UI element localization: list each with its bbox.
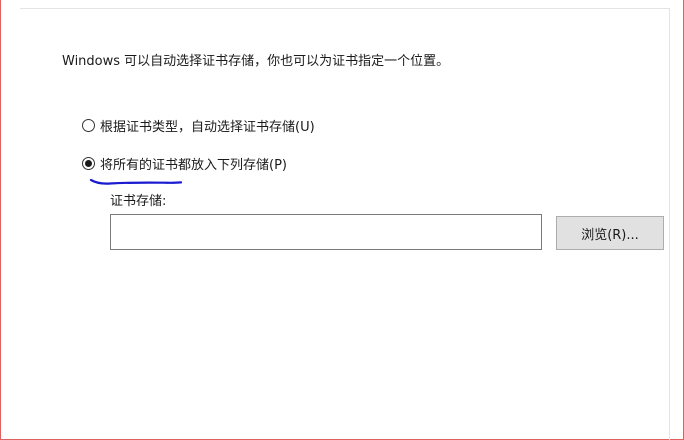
radio-place-all-in-store[interactable]: 将所有的证书都放入下列存储(P): [82, 153, 287, 173]
radio-dot-icon: [85, 159, 92, 167]
certificate-store-label: 证书存储:: [110, 194, 167, 209]
radio-label: 将所有的证书都放入下列存储(P): [100, 157, 287, 173]
radio-button-icon[interactable]: [82, 118, 95, 132]
handwritten-underline-annotation: [89, 178, 183, 185]
browse-button[interactable]: 浏览(R)...: [556, 216, 664, 250]
dialog-description: Windows 可以自动选择证书存储，你也可以为证书指定一个位置。: [62, 54, 450, 69]
radio-button-selected-icon[interactable]: [82, 156, 95, 170]
divider: [20, 8, 669, 9]
radio-label: 根据证书类型，自动选择证书存储(U): [100, 119, 315, 135]
divider: [669, 8, 670, 440]
radio-auto-select-store[interactable]: 根据证书类型，自动选择证书存储(U): [82, 115, 315, 135]
certificate-store-input[interactable]: [110, 214, 542, 250]
